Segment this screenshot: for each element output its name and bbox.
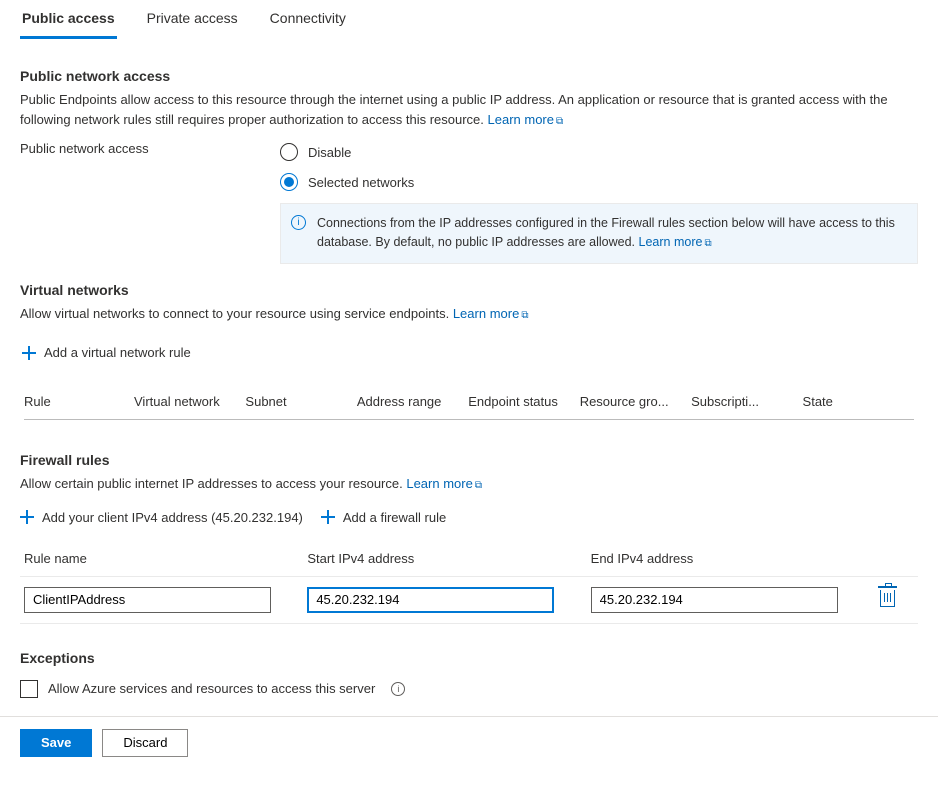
end-ip-input[interactable] [591, 587, 838, 613]
learn-more-label: Learn more [406, 476, 472, 491]
allow-azure-services-checkbox[interactable]: Allow Azure services and resources to ac… [20, 680, 918, 698]
delete-rule-button[interactable] [880, 590, 895, 607]
tab-private-access[interactable]: Private access [145, 0, 240, 39]
external-icon: ⧉ [556, 116, 563, 127]
col-endpoint-status: Endpoint status [468, 394, 579, 409]
rule-name-input[interactable] [24, 587, 271, 613]
fw-learn-more-link[interactable]: Learn more⧉ [406, 476, 482, 491]
pna-info-callout: i Connections from the IP addresses conf… [280, 203, 918, 264]
add-firewall-rule-label: Add a firewall rule [343, 510, 446, 525]
plus-icon [22, 346, 36, 360]
col-subscription: Subscripti... [691, 394, 802, 409]
col-virtual-network: Virtual network [134, 394, 245, 409]
plus-icon [321, 510, 335, 524]
start-ip-input[interactable] [307, 587, 554, 613]
pna-info-learn-more-link[interactable]: Learn more⧉ [639, 235, 712, 249]
add-client-ip-label: Add your client IPv4 address (45.20.232.… [42, 510, 303, 525]
vn-description: Allow virtual networks to connect to you… [20, 304, 918, 324]
radio-selected-label: Selected networks [308, 175, 414, 190]
radio-selected-networks[interactable]: Selected networks [280, 173, 918, 191]
footer-bar: Save Discard [0, 716, 938, 769]
pna-description: Public Endpoints allow access to this re… [20, 90, 918, 129]
fw-description: Allow certain public internet IP address… [20, 474, 918, 494]
add-client-ip-button[interactable]: Add your client IPv4 address (45.20.232.… [20, 510, 303, 525]
radio-disable[interactable]: Disable [280, 143, 918, 161]
external-icon: ⧉ [475, 480, 482, 491]
plus-icon [20, 510, 34, 524]
tab-public-access[interactable]: Public access [20, 0, 117, 39]
info-icon[interactable]: i [391, 682, 405, 696]
tab-connectivity[interactable]: Connectivity [268, 0, 348, 39]
col-start-ip: Start IPv4 address [307, 551, 562, 566]
vn-learn-more-link[interactable]: Learn more⧉ [453, 306, 529, 321]
pna-info-text: Connections from the IP addresses config… [317, 216, 895, 249]
add-vn-label: Add a virtual network rule [44, 345, 191, 360]
add-virtual-network-rule-button[interactable]: Add a virtual network rule [22, 345, 191, 360]
external-icon: ⧉ [704, 238, 711, 249]
fw-desc-text: Allow certain public internet IP address… [20, 476, 406, 491]
exceptions-heading: Exceptions [20, 650, 918, 666]
vn-desc-text: Allow virtual networks to connect to you… [20, 306, 453, 321]
col-actions [874, 551, 914, 566]
fw-heading: Firewall rules [20, 452, 918, 468]
col-rule: Rule [24, 394, 134, 409]
radio-icon-selected [280, 173, 298, 191]
radio-disable-label: Disable [308, 145, 351, 160]
fw-table-header: Rule name Start IPv4 address End IPv4 ad… [20, 541, 918, 577]
col-state: State [803, 394, 914, 409]
learn-more-label: Learn more [488, 112, 554, 127]
info-icon: i [291, 215, 306, 230]
learn-more-label: Learn more [639, 235, 703, 249]
add-firewall-rule-button[interactable]: Add a firewall rule [321, 510, 446, 525]
discard-button[interactable]: Discard [102, 729, 188, 757]
checkbox-icon [20, 680, 38, 698]
col-address-range: Address range [357, 394, 468, 409]
col-subnet: Subnet [245, 394, 356, 409]
fw-table-row [20, 577, 918, 624]
vn-table-header: Rule Virtual network Subnet Address rang… [24, 374, 914, 420]
col-rule-name: Rule name [24, 551, 279, 566]
pna-heading: Public network access [20, 68, 918, 84]
allow-azure-label: Allow Azure services and resources to ac… [48, 681, 375, 696]
pna-desc-text: Public Endpoints allow access to this re… [20, 92, 888, 127]
save-button[interactable]: Save [20, 729, 92, 757]
vn-heading: Virtual networks [20, 282, 918, 298]
col-end-ip: End IPv4 address [591, 551, 846, 566]
radio-icon-unselected [280, 143, 298, 161]
pna-field-label: Public network access [20, 137, 280, 156]
col-resource-group: Resource gro... [580, 394, 691, 409]
learn-more-label: Learn more [453, 306, 519, 321]
external-icon: ⧉ [521, 310, 528, 321]
pna-learn-more-link[interactable]: Learn more⧉ [488, 112, 564, 127]
tabs-bar: Public access Private access Connectivit… [0, 0, 938, 40]
